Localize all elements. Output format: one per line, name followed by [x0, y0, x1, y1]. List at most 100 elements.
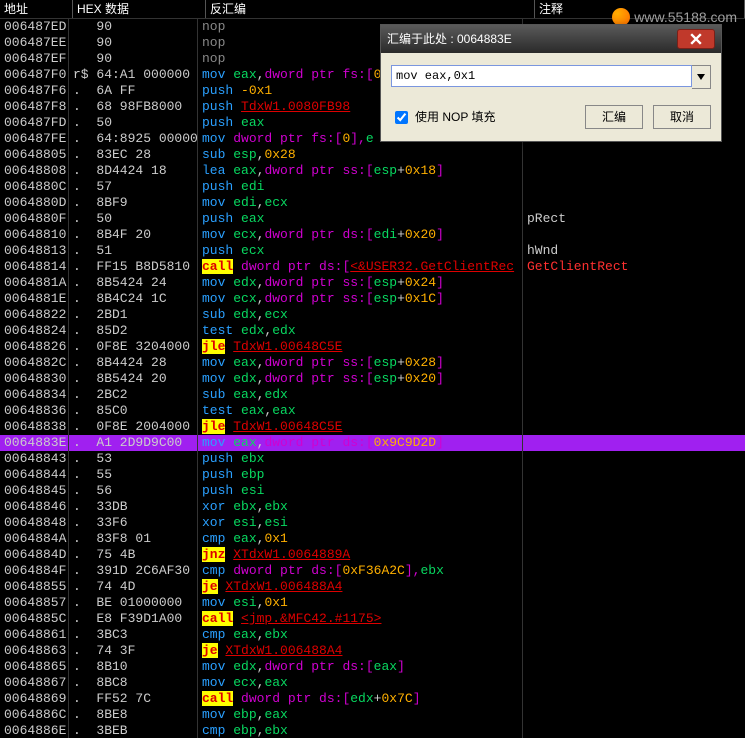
- table-row[interactable]: 00648805. 83EC 28sub esp,0x28: [0, 147, 745, 163]
- table-row[interactable]: 0064886C. 8BE8mov ebp,eax: [0, 707, 745, 723]
- table-row[interactable]: 00648845. 56push esi: [0, 483, 745, 499]
- disasm-cell: lea eax,dword ptr ss:[esp+0x18]: [198, 163, 523, 179]
- table-row[interactable]: 0064880F. 50push eaxpRect: [0, 211, 745, 227]
- comment-cell: [523, 707, 745, 723]
- addr-cell: 006487F6: [0, 83, 69, 99]
- addr-cell: 0064884A: [0, 531, 69, 547]
- hex-cell: . E8 F39D1A00: [69, 611, 198, 627]
- disasm-cell: mov edx,dword ptr ss:[esp+0x20]: [198, 371, 523, 387]
- cancel-button[interactable]: 取消: [653, 105, 711, 129]
- disasm-cell: call dword ptr ds:[edx+0x7C]: [198, 691, 523, 707]
- comment-cell: pRect: [523, 211, 745, 227]
- disasm-cell: test eax,eax: [198, 403, 523, 419]
- hex-cell: . 2BD1: [69, 307, 198, 323]
- addr-cell: 0064886C: [0, 707, 69, 723]
- comment-cell: [523, 579, 745, 595]
- addr-cell: 006487F8: [0, 99, 69, 115]
- table-row[interactable]: 00648830. 8B5424 20mov edx,dword ptr ss:…: [0, 371, 745, 387]
- disasm-cell: push ebp: [198, 467, 523, 483]
- addr-cell: 006487F0: [0, 67, 69, 83]
- table-row[interactable]: 00648848. 33F6xor esi,esi: [0, 515, 745, 531]
- disasm-cell: sub esp,0x28: [198, 147, 523, 163]
- hex-cell: . BE 01000000: [69, 595, 198, 611]
- hex-cell: . 50: [69, 115, 198, 131]
- comment-cell: [523, 387, 745, 403]
- table-row[interactable]: 00648869. FF52 7Ccall dword ptr ds:[edx+…: [0, 691, 745, 707]
- close-button[interactable]: [677, 29, 715, 49]
- table-row[interactable]: 00648826. 0F8E 3204000jle TdxW1.00648C5E: [0, 339, 745, 355]
- hex-cell: . 8D4424 18: [69, 163, 198, 179]
- table-row[interactable]: 0064882C. 8B4424 28mov eax,dword ptr ss:…: [0, 355, 745, 371]
- table-row[interactable]: 00648857. BE 01000000mov esi,0x1: [0, 595, 745, 611]
- table-row[interactable]: 00648813. 51push ecxhWnd: [0, 243, 745, 259]
- table-row[interactable]: 00648861. 3BC3cmp eax,ebx: [0, 627, 745, 643]
- disasm-cell: mov ecx,eax: [198, 675, 523, 691]
- table-row[interactable]: 0064883E. A1 2D9D9C00mov eax,dword ptr d…: [0, 435, 745, 451]
- table-row[interactable]: 00648843. 53push ebx: [0, 451, 745, 467]
- nop-fill-checkbox[interactable]: [395, 111, 408, 124]
- table-row[interactable]: 00648836. 85C0test eax,eax: [0, 403, 745, 419]
- comment-cell: [523, 147, 745, 163]
- asm-input[interactable]: [391, 65, 692, 87]
- table-row[interactable]: 0064884F. 391D 2C6AF30cmp dword ptr ds:[…: [0, 563, 745, 579]
- addr-cell: 0064882C: [0, 355, 69, 371]
- comment-cell: [523, 451, 745, 467]
- addr-cell: 00648846: [0, 499, 69, 515]
- hex-cell: . 8BF9: [69, 195, 198, 211]
- addr-cell: 0064885C: [0, 611, 69, 627]
- hex-cell: . 8B5424 20: [69, 371, 198, 387]
- table-row[interactable]: 00648865. 8B10mov edx,dword ptr ds:[eax]: [0, 659, 745, 675]
- table-row[interactable]: 0064881E. 8B4C24 1Cmov ecx,dword ptr ss:…: [0, 291, 745, 307]
- table-row[interactable]: 00648855. 74 4Dje XTdxW1.006488A4: [0, 579, 745, 595]
- addr-cell: 00648830: [0, 371, 69, 387]
- disasm-cell: je XTdxW1.006488A4: [198, 579, 523, 595]
- table-row[interactable]: 00648846. 33DBxor ebx,ebx: [0, 499, 745, 515]
- table-row[interactable]: 00648808. 8D4424 18lea eax,dword ptr ss:…: [0, 163, 745, 179]
- addr-cell: 0064880D: [0, 195, 69, 211]
- comment-cell: [523, 675, 745, 691]
- disasm-cell: xor ebx,ebx: [198, 499, 523, 515]
- table-row[interactable]: 00648867. 8BC8mov ecx,eax: [0, 675, 745, 691]
- comment-cell: [523, 435, 745, 451]
- disasm-cell: mov eax,dword ptr ss:[esp+0x28]: [198, 355, 523, 371]
- comment-cell: [523, 691, 745, 707]
- table-row[interactable]: 0064880D. 8BF9mov edi,ecx: [0, 195, 745, 211]
- table-row[interactable]: 00648814. FF15 B8D5810call dword ptr ds:…: [0, 259, 745, 275]
- column-headers: 地址 HEX 数据 反汇编 注释: [0, 0, 745, 19]
- table-row[interactable]: 0064884D. 75 4Bjnz XTdxW1.0064889A: [0, 547, 745, 563]
- comment-cell: [523, 531, 745, 547]
- dropdown-button[interactable]: [692, 65, 711, 89]
- table-row[interactable]: 0064881A. 8B5424 24mov edx,dword ptr ss:…: [0, 275, 745, 291]
- table-row[interactable]: 00648844. 55push ebp: [0, 467, 745, 483]
- table-row[interactable]: 00648822. 2BD1sub edx,ecx: [0, 307, 745, 323]
- hex-cell: . 8B4F 20: [69, 227, 198, 243]
- disasm-cell: xor esi,esi: [198, 515, 523, 531]
- table-row[interactable]: 0064886E. 3BEBcmp ebp,ebx: [0, 723, 745, 738]
- addr-cell: 00648814: [0, 259, 69, 275]
- table-row[interactable]: 00648863. 74 3Fje XTdxW1.006488A4: [0, 643, 745, 659]
- addr-cell: 0064880C: [0, 179, 69, 195]
- table-row[interactable]: 0064884A. 83F8 01cmp eax,0x1: [0, 531, 745, 547]
- table-row[interactable]: 0064885C. E8 F39D1A00call <jmp.&MFC42.#1…: [0, 611, 745, 627]
- hex-cell: . 3BC3: [69, 627, 198, 643]
- table-row[interactable]: 00648834. 2BC2sub eax,edx: [0, 387, 745, 403]
- addr-cell: 0064886E: [0, 723, 69, 738]
- addr-cell: 00648845: [0, 483, 69, 499]
- table-row[interactable]: 00648824. 85D2test edx,edx: [0, 323, 745, 339]
- table-row[interactable]: 00648838. 0F8E 2004000jle TdxW1.00648C5E: [0, 419, 745, 435]
- assemble-button[interactable]: 汇编: [585, 105, 643, 129]
- nop-fill-label: 使用 NOP 填充: [415, 109, 495, 125]
- dialog-titlebar[interactable]: 汇编于此处 : 0064883E: [381, 25, 721, 53]
- hex-cell: 90: [69, 19, 198, 35]
- hex-cell: . 51: [69, 243, 198, 259]
- comment-cell: [523, 547, 745, 563]
- table-row[interactable]: 0064880C. 57push edi: [0, 179, 745, 195]
- nop-fill-option[interactable]: 使用 NOP 填充: [391, 108, 495, 127]
- addr-cell: 006487EF: [0, 51, 69, 67]
- addr-cell: 00648865: [0, 659, 69, 675]
- comment-cell: [523, 163, 745, 179]
- table-row[interactable]: 00648810. 8B4F 20mov ecx,dword ptr ds:[e…: [0, 227, 745, 243]
- comment-cell: [523, 483, 745, 499]
- addr-cell: 00648822: [0, 307, 69, 323]
- addr-cell: 00648810: [0, 227, 69, 243]
